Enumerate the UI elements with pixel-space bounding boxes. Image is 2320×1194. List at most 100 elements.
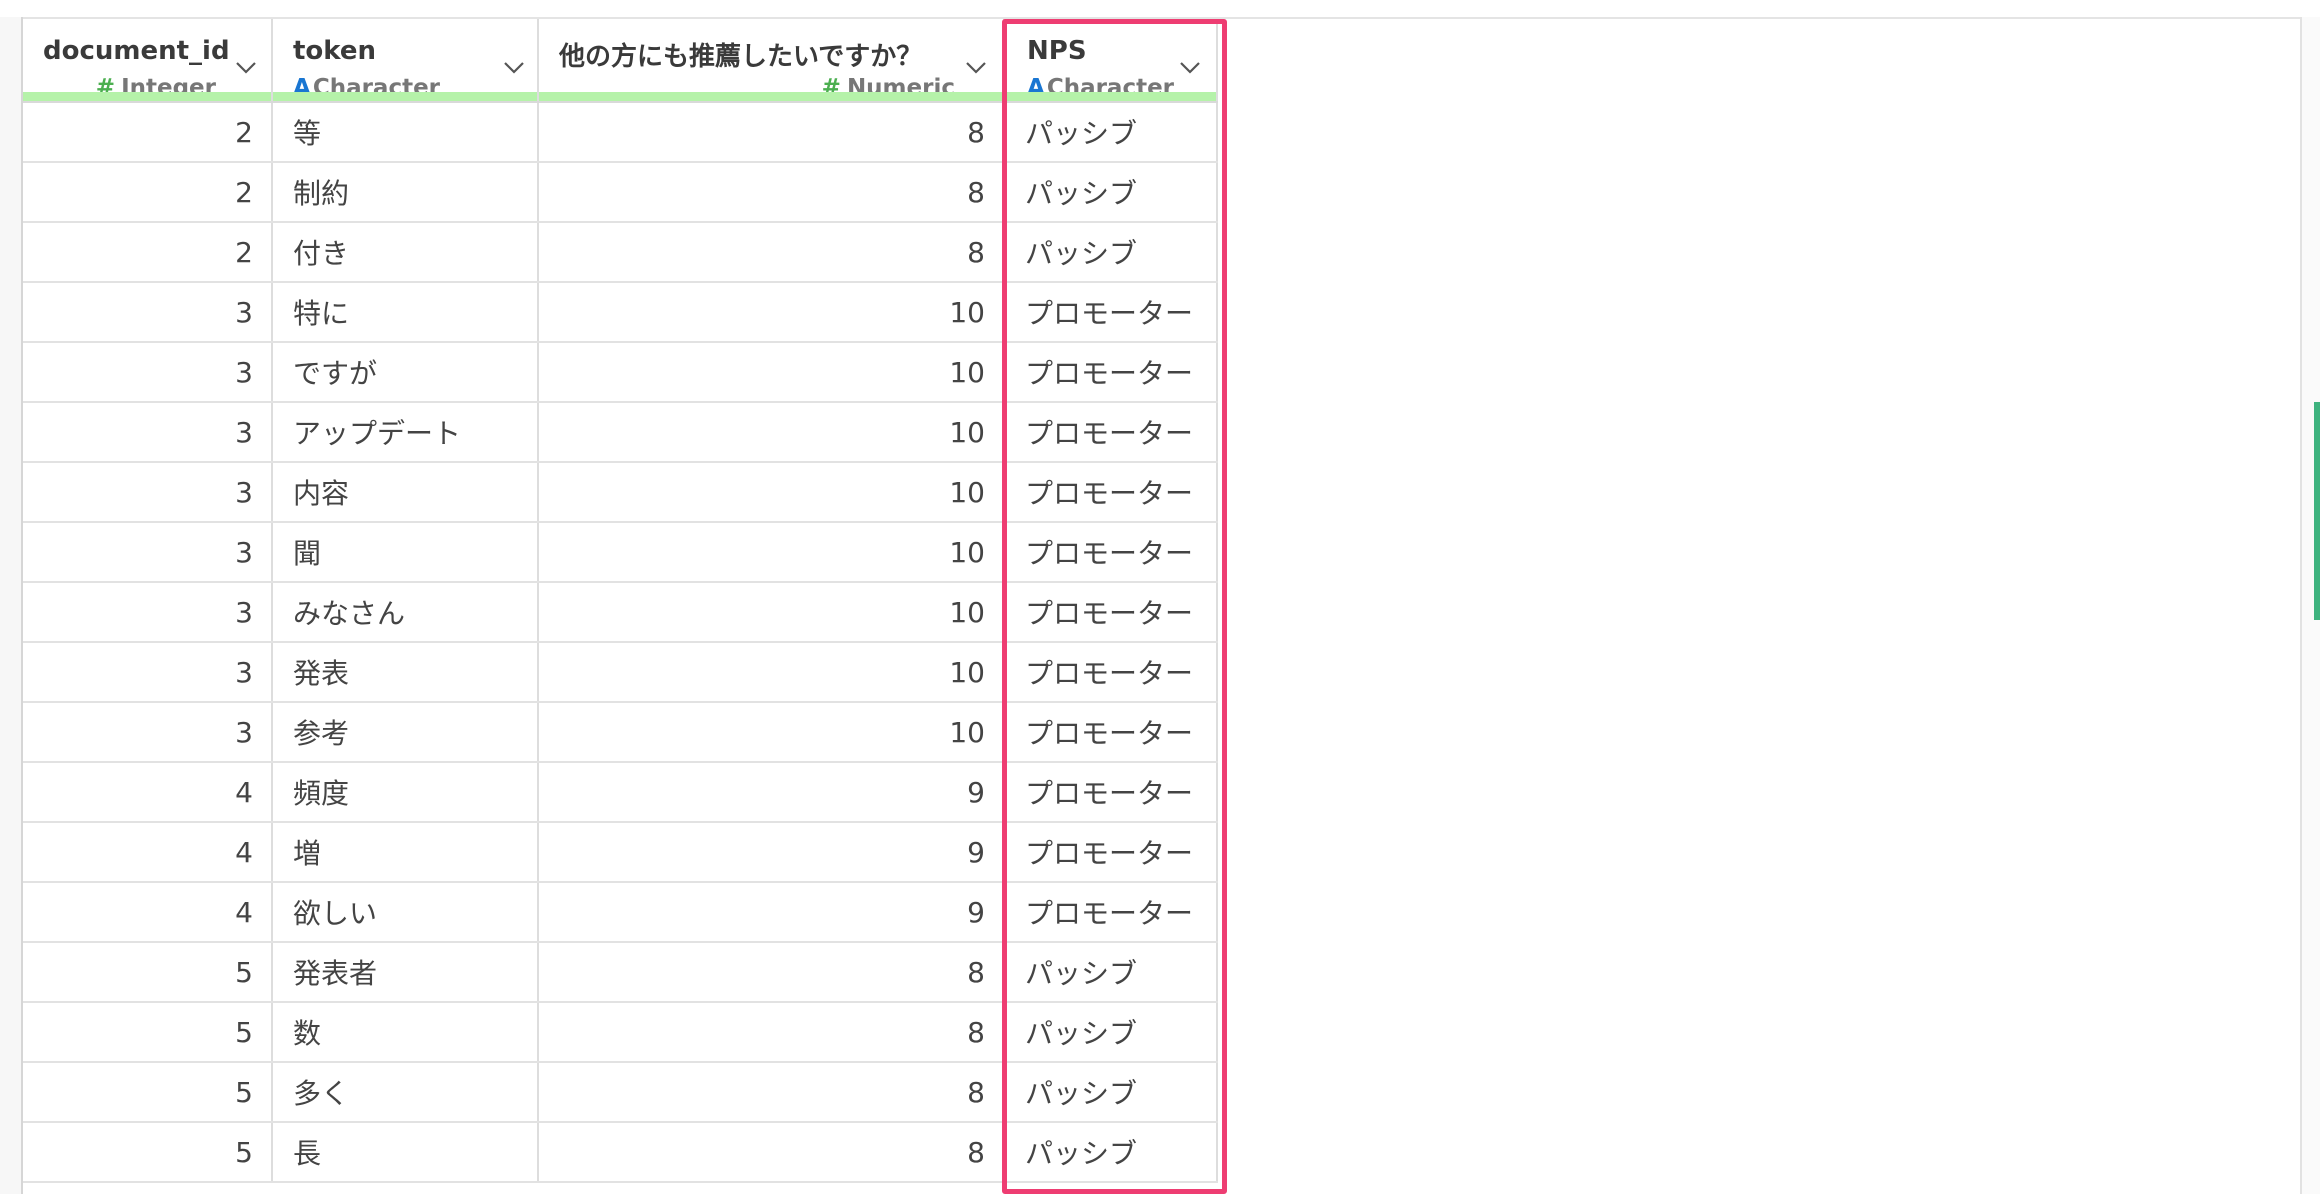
cell-recommend-score[interactable]: 9 xyxy=(538,762,1005,823)
cell-nps[interactable]: プロモーター xyxy=(1004,522,1218,583)
cell-recommend-score[interactable]: 9 xyxy=(538,882,1005,943)
cell-nps[interactable]: プロモーター xyxy=(1004,342,1218,403)
cell-recommend-score[interactable]: 8 xyxy=(538,1062,1005,1123)
cell-nps[interactable]: プロモーター xyxy=(1004,582,1218,643)
cell-recommend-score[interactable]: 10 xyxy=(538,462,1005,523)
cell-nps[interactable]: パッシブ xyxy=(1004,1062,1218,1123)
cell-nps[interactable]: プロモーター xyxy=(1004,822,1218,883)
table-row[interactable]: 3 聞 10 プロモーター xyxy=(23,522,1218,583)
cell-document-id[interactable]: 3 xyxy=(23,402,273,463)
cell-token[interactable]: アップデート xyxy=(272,402,539,463)
chevron-down-icon[interactable] xyxy=(1179,61,1201,75)
cell-recommend-score[interactable]: 8 xyxy=(538,942,1005,1003)
cell-document-id[interactable]: 3 xyxy=(23,582,273,643)
cell-document-id[interactable]: 4 xyxy=(23,762,273,823)
cell-document-id[interactable]: 3 xyxy=(23,462,273,523)
cell-recommend-score[interactable]: 10 xyxy=(538,282,1005,343)
cell-document-id[interactable]: 2 xyxy=(23,162,273,223)
scroll-indicator[interactable] xyxy=(2314,402,2320,620)
cell-token[interactable]: 付き xyxy=(272,222,539,283)
table-row[interactable]: 2 付き 8 パッシブ xyxy=(23,222,1218,283)
column-header-document-id[interactable]: document_id # Integer xyxy=(23,19,273,103)
chevron-down-icon[interactable] xyxy=(503,61,525,75)
cell-nps[interactable]: プロモーター xyxy=(1004,762,1218,823)
table-row[interactable]: 2 制約 8 パッシブ xyxy=(23,162,1218,223)
table-row[interactable]: 4 欲しい 9 プロモーター xyxy=(23,882,1218,943)
cell-nps[interactable]: パッシブ xyxy=(1004,1002,1218,1063)
cell-nps[interactable]: プロモーター xyxy=(1004,462,1218,523)
column-header-token[interactable]: token ACharacter xyxy=(272,19,539,103)
chevron-down-icon[interactable] xyxy=(965,61,987,75)
cell-nps[interactable]: プロモーター xyxy=(1004,642,1218,703)
table-row[interactable]: 3 内容 10 プロモーター xyxy=(23,462,1218,523)
cell-token[interactable]: 発表 xyxy=(272,642,539,703)
chevron-down-icon[interactable] xyxy=(235,61,257,75)
cell-document-id[interactable]: 5 xyxy=(23,1002,273,1063)
cell-nps[interactable]: パッシブ xyxy=(1004,1122,1218,1183)
table-row[interactable]: 5 数 8 パッシブ xyxy=(23,1002,1218,1063)
cell-nps[interactable]: プロモーター xyxy=(1004,282,1218,343)
cell-token[interactable]: 頻度 xyxy=(272,762,539,823)
cell-nps[interactable]: パッシブ xyxy=(1004,222,1218,283)
cell-document-id[interactable]: 5 xyxy=(23,1062,273,1123)
cell-token[interactable]: 増 xyxy=(272,822,539,883)
cell-token[interactable]: 欲しい xyxy=(272,882,539,943)
cell-token[interactable]: 発表者 xyxy=(272,942,539,1003)
table-row[interactable]: 4 頻度 9 プロモーター xyxy=(23,762,1218,823)
cell-nps[interactable]: プロモーター xyxy=(1004,702,1218,763)
cell-token[interactable]: みなさん xyxy=(272,582,539,643)
cell-document-id[interactable]: 4 xyxy=(23,822,273,883)
table-row[interactable]: 5 長 8 パッシブ xyxy=(23,1122,1218,1183)
cell-token[interactable]: 多く xyxy=(272,1062,539,1123)
column-header-nps[interactable]: NPS ACharacter xyxy=(1004,19,1218,103)
cell-token[interactable]: 長 xyxy=(272,1122,539,1183)
cell-token[interactable]: ですが xyxy=(272,342,539,403)
cell-recommend-score[interactable]: 10 xyxy=(538,342,1005,403)
cell-token[interactable]: 参考 xyxy=(272,702,539,763)
cell-token[interactable]: 数 xyxy=(272,1002,539,1063)
cell-recommend-score[interactable]: 10 xyxy=(538,702,1005,763)
cell-token[interactable]: 内容 xyxy=(272,462,539,523)
cell-recommend-score[interactable]: 8 xyxy=(538,1122,1005,1183)
cell-recommend-score[interactable]: 8 xyxy=(538,162,1005,223)
table-row[interactable]: 3 ですが 10 プロモーター xyxy=(23,342,1218,403)
column-header-recommend[interactable]: 他の方にも推薦したいですか？ # Numeric xyxy=(538,19,1005,103)
table-row[interactable]: 4 増 9 プロモーター xyxy=(23,822,1218,883)
column-quality-bar xyxy=(273,92,537,101)
cell-document-id[interactable]: 3 xyxy=(23,522,273,583)
table-row[interactable]: 3 特に 10 プロモーター xyxy=(23,282,1218,343)
table-row[interactable]: 5 多く 8 パッシブ xyxy=(23,1062,1218,1123)
cell-recommend-score[interactable]: 10 xyxy=(538,582,1005,643)
cell-token[interactable]: 聞 xyxy=(272,522,539,583)
cell-recommend-score[interactable]: 10 xyxy=(538,402,1005,463)
cell-recommend-score[interactable]: 8 xyxy=(538,102,1005,163)
cell-nps[interactable]: パッシブ xyxy=(1004,942,1218,1003)
cell-document-id[interactable]: 4 xyxy=(23,882,273,943)
cell-recommend-score[interactable]: 10 xyxy=(538,642,1005,703)
cell-document-id[interactable]: 3 xyxy=(23,642,273,703)
cell-recommend-score[interactable]: 9 xyxy=(538,822,1005,883)
cell-nps[interactable]: プロモーター xyxy=(1004,402,1218,463)
cell-recommend-score[interactable]: 10 xyxy=(538,522,1005,583)
cell-document-id[interactable]: 5 xyxy=(23,942,273,1003)
cell-nps[interactable]: パッシブ xyxy=(1004,102,1218,163)
table-row[interactable]: 3 アップデート 10 プロモーター xyxy=(23,402,1218,463)
cell-token[interactable]: 等 xyxy=(272,102,539,163)
table-row[interactable]: 5 発表者 8 パッシブ xyxy=(23,942,1218,1003)
cell-document-id[interactable]: 2 xyxy=(23,222,273,283)
table-row[interactable]: 3 参考 10 プロモーター xyxy=(23,702,1218,763)
cell-recommend-score[interactable]: 8 xyxy=(538,222,1005,283)
cell-document-id[interactable]: 3 xyxy=(23,342,273,403)
table-row[interactable]: 2 等 8 パッシブ xyxy=(23,102,1218,163)
cell-document-id[interactable]: 3 xyxy=(23,282,273,343)
cell-token[interactable]: 制約 xyxy=(272,162,539,223)
cell-document-id[interactable]: 3 xyxy=(23,702,273,763)
cell-document-id[interactable]: 5 xyxy=(23,1122,273,1183)
cell-token[interactable]: 特に xyxy=(272,282,539,343)
table-row[interactable]: 3 発表 10 プロモーター xyxy=(23,642,1218,703)
cell-recommend-score[interactable]: 8 xyxy=(538,1002,1005,1063)
cell-document-id[interactable]: 2 xyxy=(23,102,273,163)
cell-nps[interactable]: パッシブ xyxy=(1004,162,1218,223)
cell-nps[interactable]: プロモーター xyxy=(1004,882,1218,943)
table-row[interactable]: 3 みなさん 10 プロモーター xyxy=(23,582,1218,643)
